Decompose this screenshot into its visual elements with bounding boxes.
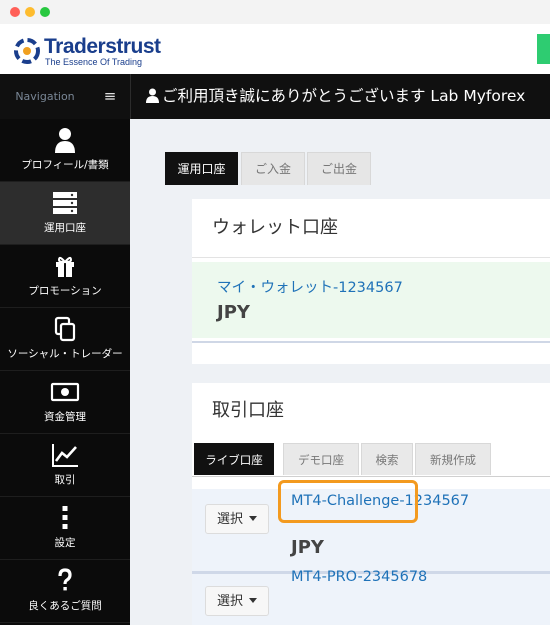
divider (192, 341, 550, 343)
sidebar-item-settings[interactable]: 設定 (0, 497, 130, 560)
sidebar-item-label: プロフィール/書類 (21, 159, 109, 171)
tab-withdrawal[interactable]: ご出金 (307, 152, 371, 185)
money-icon (50, 382, 80, 402)
tab-live-account[interactable]: ライブ口座 (194, 443, 274, 475)
user-icon (146, 88, 159, 103)
navigation-label: Navigation (15, 90, 75, 103)
gift-icon (56, 256, 74, 277)
wallet-panel-title: ウォレット口座 (212, 217, 338, 238)
logo-mark-icon (14, 38, 40, 64)
tab-deposit[interactable]: ご入金 (241, 152, 305, 185)
app-window: Traderstrust The Essence Of Trading Navi… (0, 0, 550, 625)
sidebar-item-label: 良くあるご質問 (28, 600, 102, 612)
menu-icon: ≡ (103, 87, 117, 105)
select-dropdown-button[interactable]: 選択 (205, 586, 269, 616)
highlight-box (278, 480, 418, 523)
sidebar-item-label: ソーシャル・トレーダー (7, 348, 123, 360)
select-label: 選択 (216, 512, 243, 527)
sidebar-item-funds[interactable]: 資金管理 (0, 371, 130, 434)
divider (192, 476, 550, 477)
caret-down-icon (249, 516, 257, 521)
sidebar-item-label: 運用口座 (44, 222, 86, 234)
hamburger-menu-button[interactable]: ≡ (90, 74, 131, 119)
wallet-account-row: マイ・ウォレット-1234567 JPY (192, 262, 550, 338)
wallet-account-link[interactable]: マイ・ウォレット-1234567 (217, 276, 403, 297)
close-window-button[interactable] (10, 7, 20, 17)
trading-panel-title: 取引口座 (212, 400, 284, 421)
tab-accounts[interactable]: 運用口座 (165, 152, 238, 185)
wallet-panel: ウォレット口座 マイ・ウォレット-1234567 JPY (192, 199, 550, 364)
select-label: 選択 (216, 594, 243, 609)
sidebar-item-promotion[interactable]: プロモーション (0, 245, 130, 308)
sidebar-item-label: 資金管理 (44, 411, 86, 423)
welcome-message: ご利用頂き誠にありがとうございます Lab Myforex (146, 74, 525, 119)
account-link[interactable]: MT4-PRO-2345678 (291, 569, 427, 585)
copy-icon (54, 316, 76, 342)
window-titlebar (0, 0, 550, 25)
header-action-button[interactable] (537, 34, 550, 64)
sidebar-item-faq[interactable]: 良くあるご質問 (0, 560, 130, 623)
user-icon (55, 128, 75, 153)
logo-name: Traderstrust (44, 35, 161, 58)
account-currency: JPY (291, 537, 324, 558)
chart-line-icon (52, 444, 78, 467)
top-nav-bar: Navigation ≡ ご利用頂き誠にありがとうございます Lab Myfor… (0, 74, 550, 119)
tab-search[interactable]: 検索 (361, 443, 413, 475)
sidebar-item-trading[interactable]: 取引 (0, 434, 130, 497)
sidebar-item-label: 取引 (54, 474, 76, 486)
divider (192, 257, 550, 258)
sidebar-item-social-trader[interactable]: ソーシャル・トレーダー (0, 308, 130, 371)
traderstrust-logo[interactable]: Traderstrust The Essence Of Trading (12, 36, 161, 67)
ellipsis-vertical-icon (62, 506, 68, 529)
welcome-text: ご利用頂き誠にありがとうございます Lab Myforex (162, 87, 526, 105)
sidebar-item-accounts[interactable]: 運用口座 (0, 182, 130, 245)
tab-demo-account[interactable]: デモ口座 (283, 443, 359, 475)
sidebar-item-label: 設定 (54, 537, 76, 549)
sidebar-item-profile[interactable]: プロフィール/書類 (0, 119, 130, 182)
maximize-window-button[interactable] (40, 7, 50, 17)
wallet-currency: JPY (217, 302, 250, 323)
site-header: Traderstrust The Essence Of Trading (0, 24, 550, 74)
logo-tagline: The Essence Of Trading (45, 57, 143, 67)
select-dropdown-button[interactable]: 選択 (205, 504, 269, 534)
trading-account-tabs: ライブ口座 デモ口座 検索 新規作成 (192, 440, 550, 476)
tab-create-new[interactable]: 新規作成 (415, 443, 491, 475)
caret-down-icon (249, 598, 257, 603)
minimize-window-button[interactable] (25, 7, 35, 17)
table-row: 選択 MT4-PRO-2345678 (192, 569, 550, 625)
sidebar: プロフィール/書類 運用口座 プロモーション ソーシャル・トレーダー 資金管理 … (0, 119, 130, 625)
server-icon (53, 192, 77, 214)
sidebar-item-label: プロモーション (28, 285, 102, 297)
question-icon (58, 568, 72, 591)
